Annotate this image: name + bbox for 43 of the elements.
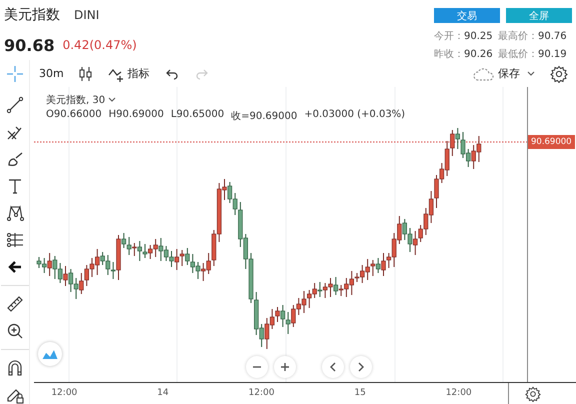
interval-selector[interactable]: 30m bbox=[39, 67, 64, 80]
ohlc-value: O90.66000 bbox=[46, 109, 102, 122]
instrument-symbol: DINI bbox=[74, 8, 100, 22]
plus-icon bbox=[280, 362, 290, 372]
chevron-left-icon bbox=[328, 362, 338, 372]
save-button[interactable]: 保存 bbox=[473, 66, 520, 82]
stat-item: 最低价：90.19 bbox=[498, 48, 568, 61]
brush-icon[interactable] bbox=[6, 150, 24, 168]
zoom-in-button[interactable] bbox=[274, 356, 296, 378]
stat-item: 今开：90.25 bbox=[434, 30, 494, 43]
ohlc-value: +0.03000 (+0.03%) bbox=[304, 109, 406, 122]
candlestick-icon[interactable] bbox=[78, 66, 94, 82]
time-axis-label: 12:00 bbox=[248, 388, 274, 400]
time-axis-label: 14 bbox=[157, 388, 169, 400]
stat-item: 最高价：90.76 bbox=[498, 30, 568, 43]
crosshair-icon[interactable] bbox=[6, 65, 24, 83]
trend-line-icon[interactable] bbox=[6, 96, 24, 114]
ohlc-value: L90.65000 bbox=[170, 109, 224, 122]
time-axis-label: 12:00 bbox=[51, 388, 78, 400]
ruler-icon[interactable] bbox=[6, 295, 24, 313]
indicators-button[interactable]: 指标 bbox=[108, 66, 150, 82]
time-axis-label: 12:00 bbox=[446, 388, 472, 400]
time-axis-label: 15 bbox=[354, 388, 366, 400]
chart-type-button[interactable] bbox=[38, 342, 62, 366]
ohlc-value: H90.69000 bbox=[108, 109, 164, 122]
stat-item: 昨收：90.26 bbox=[434, 48, 494, 61]
zoom-in-icon[interactable] bbox=[6, 322, 24, 340]
scroll-left-button[interactable] bbox=[322, 356, 344, 378]
cloud-icon bbox=[473, 66, 495, 81]
magnet-icon[interactable] bbox=[6, 359, 24, 377]
area-chart-icon bbox=[41, 348, 59, 360]
settings-icon[interactable] bbox=[525, 386, 541, 402]
price-change: 0.42(0.47%) bbox=[62, 38, 137, 52]
current-price: 90.68 bbox=[4, 36, 55, 54]
pattern-icon[interactable] bbox=[6, 204, 24, 222]
chevron-down-icon bbox=[108, 97, 116, 104]
scroll-right-button[interactable] bbox=[350, 356, 372, 378]
ohlc-value: 收=90.69000 bbox=[231, 110, 298, 124]
last-price-label: 90.69000 bbox=[528, 135, 575, 150]
chevron-right-icon bbox=[356, 362, 366, 372]
settings-icon[interactable] bbox=[550, 64, 568, 83]
instrument-title: 美元指数 bbox=[4, 6, 60, 24]
legend-title[interactable]: 美元指数, 30 bbox=[46, 93, 116, 108]
